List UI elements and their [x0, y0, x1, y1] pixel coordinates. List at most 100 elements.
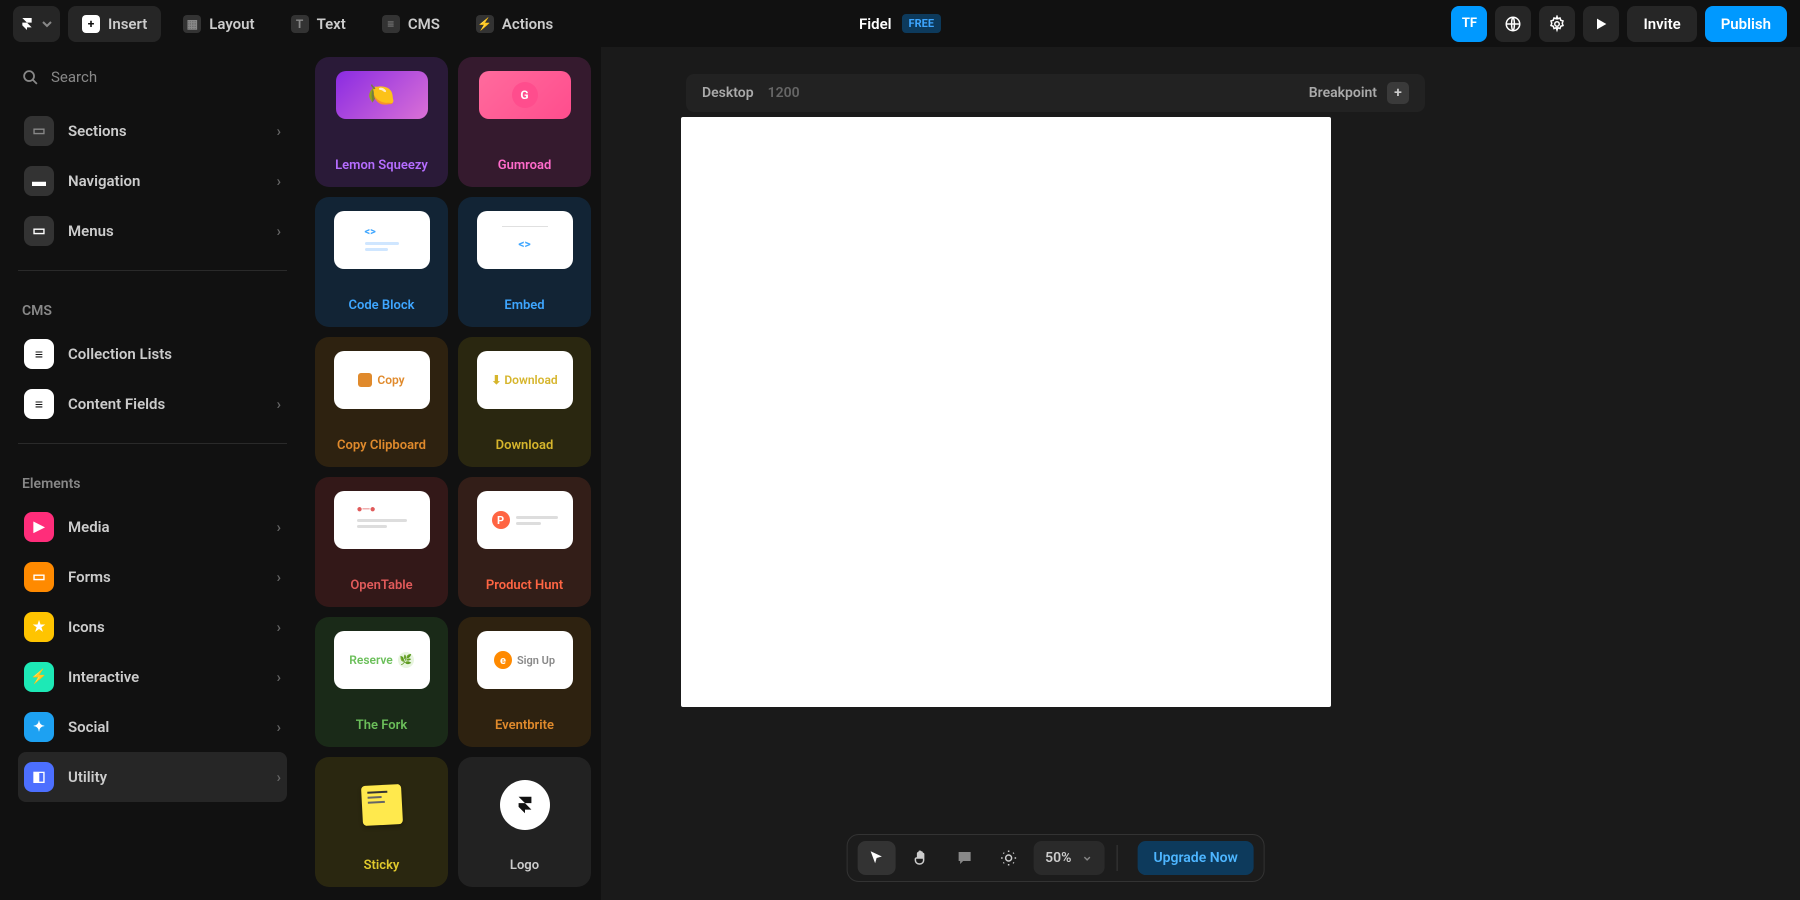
media-icon: ▶: [24, 512, 54, 542]
toolbar-actions[interactable]: ⚡Actions: [462, 6, 567, 42]
sections-icon: ▭: [24, 116, 54, 146]
sidebar: Search ▭Sections›▬Navigation›▭Menus›CMS≡…: [0, 47, 305, 900]
sidebar-item-media[interactable]: ▶Media›: [18, 502, 287, 552]
artboard[interactable]: [681, 117, 1331, 707]
collection-lists-icon: ≡: [24, 339, 54, 369]
insert-card-embed[interactable]: <> Embed: [458, 197, 591, 327]
chevron-right-icon: ›: [276, 768, 281, 786]
card-thumb: ●─●: [334, 491, 430, 549]
settings-button[interactable]: [1539, 6, 1575, 42]
sidebar-item-social[interactable]: ✦Social›: [18, 702, 287, 752]
globe-button[interactable]: [1495, 6, 1531, 42]
sidebar-item-interactive[interactable]: ⚡ Interactive ›: [18, 652, 287, 702]
cursor-tool[interactable]: [857, 841, 895, 875]
toolbar-insert[interactable]: +Insert: [68, 6, 161, 42]
publish-button[interactable]: Publish: [1705, 6, 1787, 42]
card-label: Lemon Squeezy: [335, 158, 428, 173]
card-thumb: <>: [477, 211, 573, 269]
sidebar-item-icons[interactable]: ★Icons›: [18, 602, 287, 652]
right-panel: [1510, 47, 1800, 900]
sidebar-item-label: Navigation: [68, 172, 140, 190]
bottom-toolbar: 50% Upgrade Now: [846, 834, 1265, 882]
card-thumb: Reserve 🌿: [334, 631, 430, 689]
card-thumb: ⬇ Download: [477, 351, 573, 409]
sidebar-item-utility[interactable]: ◧Utility›: [18, 752, 287, 802]
insert-card-copy-clipboard[interactable]: Copy Copy Clipboard: [315, 337, 448, 467]
insert-card-sticky[interactable]: Sticky: [315, 757, 448, 887]
card-label: The Fork: [356, 718, 407, 733]
card-thumb: 🍋: [336, 71, 428, 119]
toolbar-text[interactable]: TText: [277, 6, 360, 42]
insert-card-logo[interactable]: Logo: [458, 757, 591, 887]
search-icon: [22, 69, 39, 86]
sidebar-item-label: Content Fields: [68, 395, 165, 413]
hand-icon: [911, 849, 929, 867]
sidebar-item-label: Icons: [68, 618, 105, 636]
sidebar-item-sections[interactable]: ▭Sections›: [18, 106, 287, 156]
card-label: Copy Clipboard: [337, 438, 426, 453]
sidebar-item-label: Social: [68, 718, 109, 736]
interactive-icon: ⚡: [24, 662, 54, 692]
plus-icon: +: [82, 15, 100, 33]
utility-icon: ◧: [24, 762, 54, 792]
sidebar-item-label: Interactive: [68, 668, 139, 686]
insert-card-opentable[interactable]: ●─●OpenTable: [315, 477, 448, 607]
sidebar-item-menus[interactable]: ▭Menus›: [18, 206, 287, 256]
sidebar-item-forms[interactable]: ▭ Forms ›: [18, 552, 287, 602]
forms-icon: ▭: [24, 562, 54, 592]
card-label: Product Hunt: [486, 578, 563, 593]
canvas[interactable]: Desktop 1200 Breakpoint + 50% Upgrade No…: [601, 47, 1510, 900]
sidebar-group-title: Elements: [18, 458, 287, 502]
project-title[interactable]: Fidel FREE: [859, 14, 941, 33]
upgrade-button[interactable]: Upgrade Now: [1137, 841, 1253, 875]
framer-logo-icon: [19, 16, 35, 32]
card-thumb: Copy: [334, 351, 430, 409]
navigation-icon: ▬: [24, 166, 54, 196]
icons-icon: ★: [24, 612, 54, 642]
card-thumb: [334, 771, 430, 839]
preview-button[interactable]: [1583, 6, 1619, 42]
card-thumb: eSign Up: [477, 631, 573, 689]
chevron-down-icon: [1081, 853, 1092, 864]
sidebar-item-label: Collection Lists: [68, 345, 172, 363]
comment-icon: [955, 849, 973, 867]
theme-toggle[interactable]: [989, 841, 1027, 875]
card-thumb: G: [479, 71, 571, 119]
card-thumb: <>: [334, 211, 430, 269]
card-label: Logo: [510, 858, 539, 873]
chevron-right-icon: ›: [276, 668, 281, 686]
plan-badge: FREE: [902, 14, 941, 33]
add-breakpoint-button[interactable]: +: [1387, 82, 1409, 104]
social-icon: ✦: [24, 712, 54, 742]
chevron-down-icon: [39, 16, 55, 32]
invite-button[interactable]: Invite: [1627, 6, 1696, 42]
sidebar-group-title: CMS: [18, 285, 287, 329]
chevron-right-icon: ›: [276, 395, 281, 413]
insert-card-product-hunt[interactable]: PProduct Hunt: [458, 477, 591, 607]
chevron-right-icon: ›: [276, 518, 281, 536]
toolbar-cms[interactable]: ≡CMS: [368, 6, 454, 42]
logo-menu[interactable]: [13, 6, 60, 42]
zoom-select[interactable]: 50%: [1033, 841, 1104, 875]
sidebar-item-collection-lists[interactable]: ≡ Collection Lists: [18, 329, 287, 379]
chevron-right-icon: ›: [276, 568, 281, 586]
play-icon: [1593, 16, 1609, 32]
search-input[interactable]: Search: [18, 60, 287, 94]
insert-card-the-fork[interactable]: Reserve 🌿 The Fork: [315, 617, 448, 747]
insert-card-lemon-squeezy[interactable]: 🍋 Lemon Squeezy: [315, 57, 448, 187]
sidebar-item-content-fields[interactable]: ≡Content Fields›: [18, 379, 287, 429]
insert-card-code-block[interactable]: <>Code Block: [315, 197, 448, 327]
database-icon: ≡: [382, 15, 400, 33]
insert-card-gumroad[interactable]: GGumroad: [458, 57, 591, 187]
avatar[interactable]: TF: [1451, 6, 1487, 42]
comment-tool[interactable]: [945, 841, 983, 875]
hand-tool[interactable]: [901, 841, 939, 875]
sidebar-item-navigation[interactable]: ▬Navigation›: [18, 156, 287, 206]
insert-card-eventbrite[interactable]: eSign Up Eventbrite: [458, 617, 591, 747]
bolt-icon: ⚡: [476, 15, 494, 33]
toolbar-layout[interactable]: ▦Layout: [169, 6, 268, 42]
sidebar-item-label: Forms: [68, 568, 111, 586]
card-label: Embed: [504, 298, 544, 313]
insert-card-download[interactable]: ⬇ DownloadDownload: [458, 337, 591, 467]
card-label: Eventbrite: [495, 718, 554, 733]
